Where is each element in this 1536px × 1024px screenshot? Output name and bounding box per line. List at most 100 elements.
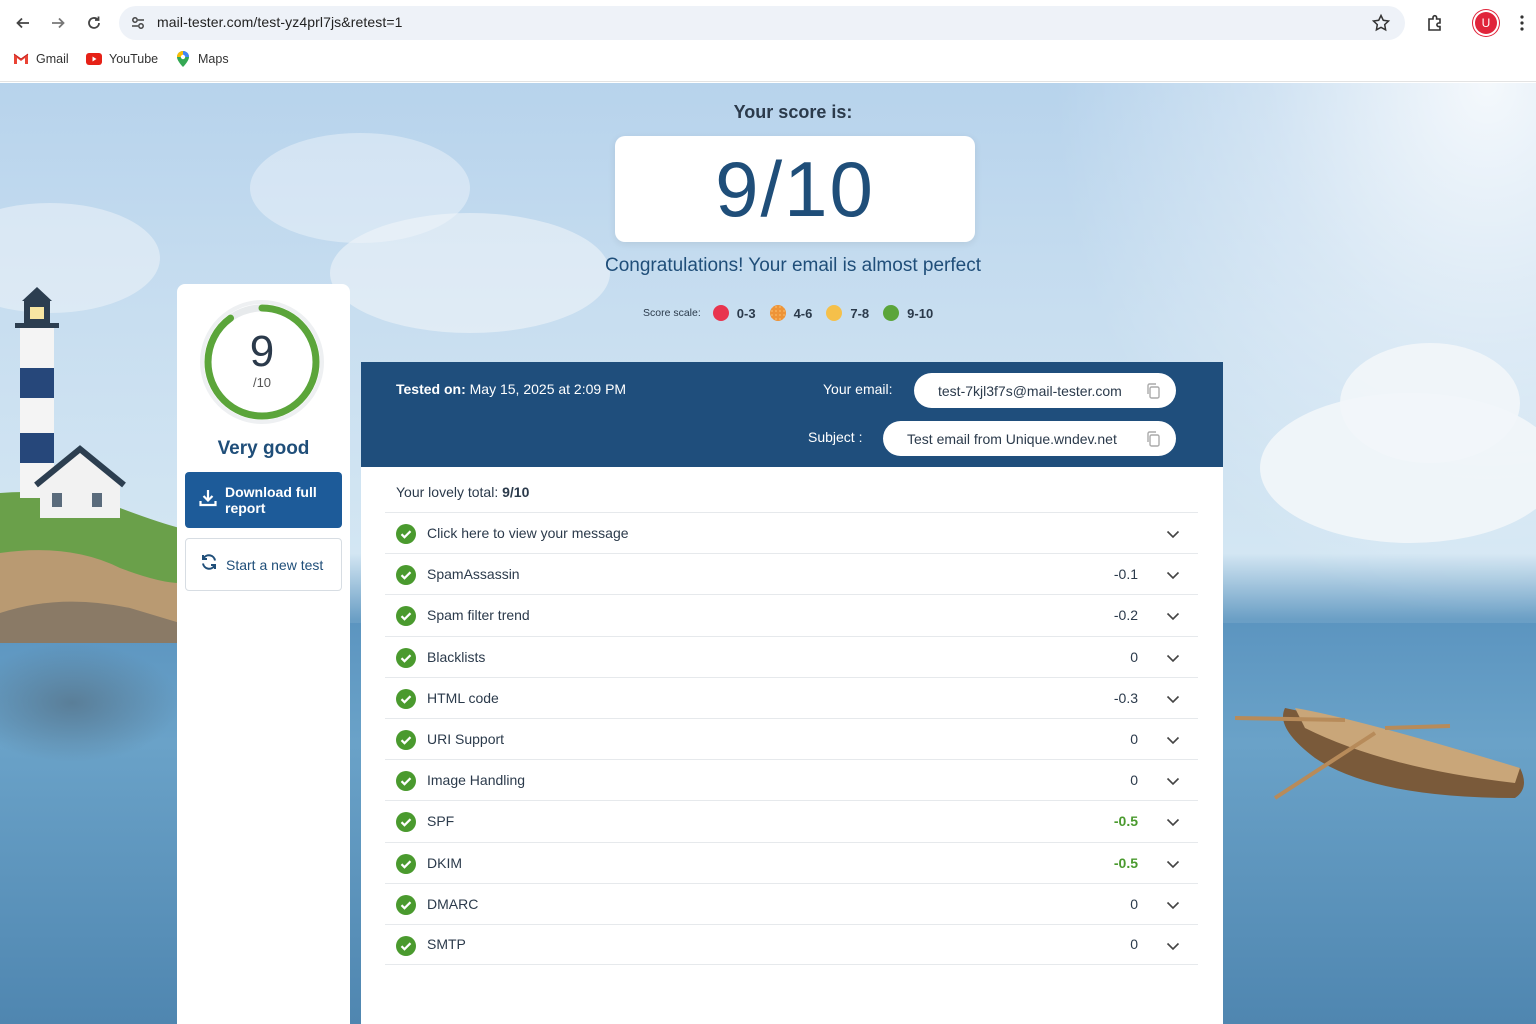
chevron-down-icon[interactable] <box>1166 774 1180 788</box>
gauge-value: 9 <box>249 327 275 376</box>
result-row[interactable]: DKIM -0.5 <box>385 841 1198 883</box>
scale-range: 9-10 <box>907 305 934 321</box>
check-circle-icon <box>396 524 416 544</box>
scale-dot-red <box>712 305 729 321</box>
page-background: Your score is: 9/10 Congratulations! You… <box>0 83 1536 1024</box>
result-row[interactable]: DMARC 0 <box>385 882 1198 924</box>
cloud <box>1340 343 1520 463</box>
congrats-message: Congratulations! Your email is almost pe… <box>605 255 981 276</box>
result-name: Image Handling <box>427 772 526 789</box>
scale-range: 4-6 <box>793 305 813 321</box>
result-name: HTML code <box>427 689 499 706</box>
check-circle-icon <box>396 935 416 956</box>
result-value: 0 <box>1130 772 1138 789</box>
copy-icon[interactable] <box>1146 383 1160 399</box>
site-settings-icon[interactable] <box>129 14 147 32</box>
result-row[interactable]: Blacklists 0 <box>385 635 1198 677</box>
result-name: Blacklists <box>427 648 486 665</box>
chevron-down-icon[interactable] <box>1166 815 1180 829</box>
chevron-down-icon[interactable] <box>1166 939 1180 953</box>
result-row[interactable]: SPF -0.5 <box>385 800 1198 841</box>
lighthouse-illustration <box>0 287 180 643</box>
email-field[interactable]: test-7kjl3f7s@mail-tester.com <box>914 373 1176 408</box>
chevron-down-icon[interactable] <box>1166 651 1180 665</box>
bookmark-youtube[interactable]: YouTube <box>86 52 158 66</box>
rowboat-illustration <box>1235 708 1524 800</box>
result-row[interactable]: HTML code -0.3 <box>385 676 1198 718</box>
bookmark-gmail[interactable]: Gmail <box>13 52 69 66</box>
result-row[interactable]: Spam filter trend -0.2 <box>385 594 1198 635</box>
grade-label: Very good <box>217 438 310 459</box>
lovely-total: Your lovely total: 9/10 <box>396 484 530 500</box>
result-value: -0.1 <box>1113 566 1138 583</box>
scale-range: 0-3 <box>736 305 756 321</box>
result-name: DKIM <box>427 854 462 871</box>
result-name: SMTP <box>427 936 466 953</box>
download-report-button[interactable]: Download full report <box>185 472 342 528</box>
back-icon[interactable] <box>9 9 37 37</box>
result-value: -0.2 <box>1113 607 1138 624</box>
chevron-down-icon[interactable] <box>1166 568 1180 582</box>
profile-avatar[interactable]: U <box>1475 12 1497 34</box>
test-info-bar: Tested on: May 15, 2025 at 2:09 PM Your … <box>361 362 1223 467</box>
result-name: Spam filter trend <box>427 607 530 624</box>
result-value: 0 <box>1130 936 1138 953</box>
result-value: -0.5 <box>1113 813 1138 830</box>
subject-field[interactable]: Test email from Unique.wndev.net <box>883 421 1176 456</box>
result-row[interactable]: Image Handling 0 <box>385 759 1198 800</box>
check-circle-icon <box>396 729 416 750</box>
extensions-icon[interactable] <box>1423 11 1447 35</box>
result-value: 0 <box>1130 731 1138 748</box>
tested-on: Tested on: May 15, 2025 at 2:09 PM <box>396 381 627 397</box>
score-label: Your score is: <box>733 102 853 122</box>
bookmark-star-icon[interactable] <box>1371 13 1391 33</box>
url-text[interactable]: mail-tester.com/test-yz4prl7js&retest=1 <box>157 14 402 30</box>
results-card: Tested on: May 15, 2025 at 2:09 PM Your … <box>361 362 1223 1024</box>
scale-dot-green <box>883 305 900 321</box>
forward-icon[interactable] <box>44 9 72 37</box>
menu-kebab-icon[interactable] <box>1510 11 1534 35</box>
check-circle-icon <box>396 606 416 627</box>
result-value: 0 <box>1130 648 1138 665</box>
result-value: -0.3 <box>1113 689 1138 706</box>
scale-range: 7-8 <box>850 305 870 321</box>
youtube-icon <box>86 52 102 66</box>
score-scale: Score scale: 0-3 4-6 7-8 9-10 <box>643 305 947 321</box>
download-icon <box>199 489 217 512</box>
gauge-max: /10 <box>252 375 272 390</box>
chevron-down-icon[interactable] <box>1166 692 1180 706</box>
chevron-down-icon[interactable] <box>1166 527 1180 541</box>
check-circle-icon <box>396 771 416 792</box>
scale-dot-yellow <box>826 305 843 321</box>
result-row[interactable]: URI Support 0 <box>385 717 1198 759</box>
copy-icon[interactable] <box>1146 431 1160 447</box>
result-value: -0.5 <box>1113 854 1138 871</box>
results-list: Click here to view your message SpamAssas… <box>385 512 1198 966</box>
chevron-down-icon[interactable] <box>1166 898 1180 912</box>
check-circle-icon <box>396 565 416 586</box>
subject-label: Subject : <box>808 429 863 445</box>
browser-chrome: mail-tester.com/test-yz4prl7js&retest=1 … <box>0 0 1536 82</box>
bookmark-maps[interactable]: Maps <box>175 51 229 67</box>
start-new-test-button[interactable]: Start a new test <box>185 538 342 591</box>
check-circle-icon <box>396 812 416 833</box>
score-scale-label: Score scale: <box>643 307 701 319</box>
address-bar[interactable]: mail-tester.com/test-yz4prl7js&retest=1 <box>119 6 1405 40</box>
chevron-down-icon[interactable] <box>1166 733 1180 747</box>
result-row[interactable]: SpamAssassin -0.1 <box>385 553 1198 594</box>
gmail-icon <box>13 52 29 66</box>
score-summary-card: 9 /10 Very good Download full report Sta… <box>177 284 350 1024</box>
result-row[interactable]: Click here to view your message <box>385 512 1198 553</box>
result-name: URI Support <box>427 731 505 748</box>
result-name: DMARC <box>427 895 479 912</box>
result-row[interactable]: SMTP 0 <box>385 923 1198 966</box>
check-circle-icon <box>396 853 416 874</box>
scale-dot-orange <box>769 305 786 321</box>
chevron-down-icon[interactable] <box>1166 857 1180 871</box>
reload-icon[interactable] <box>80 9 108 37</box>
result-value: 0 <box>1130 895 1138 912</box>
result-name: Click here to view your message <box>427 525 629 542</box>
start-new-test-label: Start a new test <box>226 556 324 573</box>
chevron-down-icon[interactable] <box>1166 609 1180 623</box>
score-value: 9/10 <box>715 145 875 233</box>
